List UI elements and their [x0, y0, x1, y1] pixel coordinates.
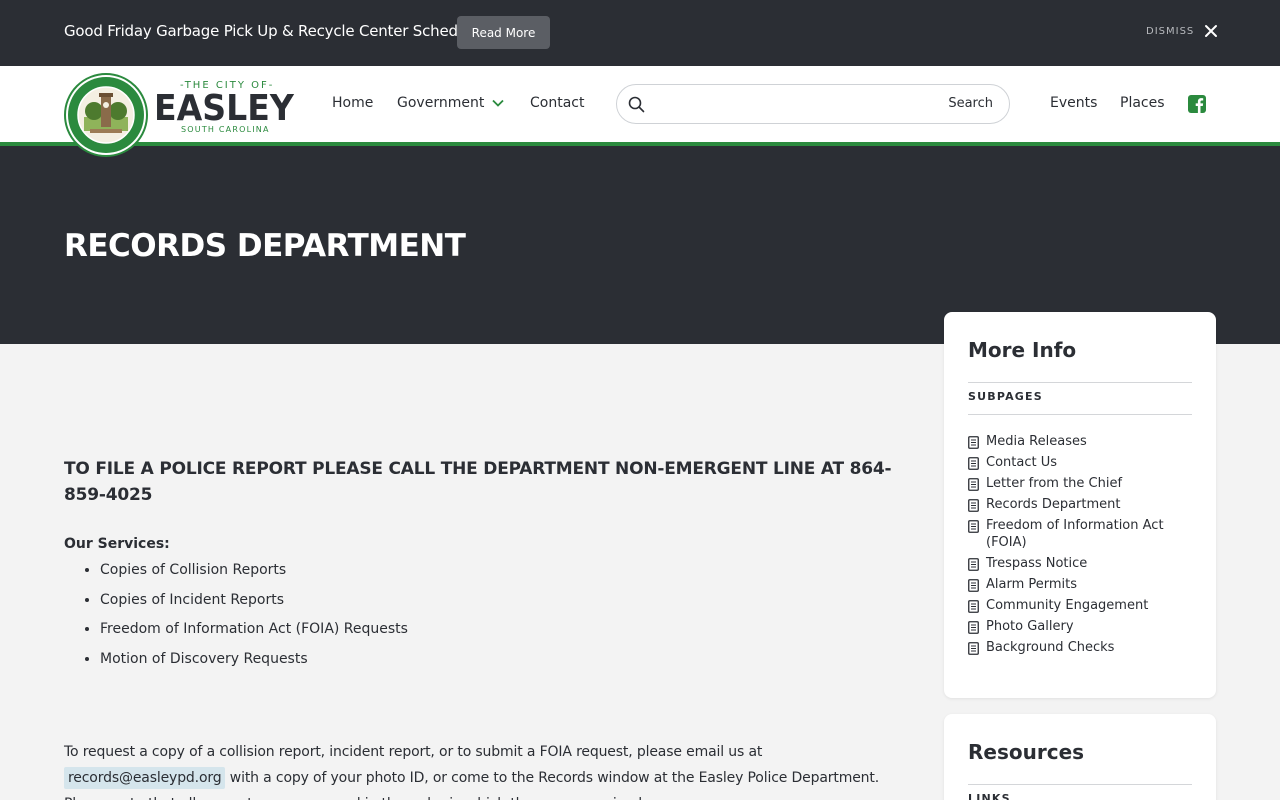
subpages-list: Media Releases Contact Us Letter from th…: [968, 433, 1192, 660]
search-bar: Search: [616, 84, 1010, 124]
logo-easley[interactable]: EASLEY: [154, 88, 294, 129]
dismiss-label: DISMISS: [1146, 25, 1195, 37]
list-item: Freedom of Information Act (FOIA) Reques…: [100, 619, 408, 649]
more-info-card: More Info SUBPAGES Media Releases Contac…: [944, 312, 1216, 698]
nav-home[interactable]: Home: [332, 95, 373, 111]
para-text: To request a copy of a collision report,…: [64, 744, 763, 760]
alert-bar: Good Friday Garbage Pick Up & Recycle Ce…: [0, 0, 1280, 66]
subpage-label: Media Releases: [986, 434, 1087, 449]
subpage-label: Records Department: [986, 497, 1121, 512]
document-icon: [968, 558, 979, 571]
subpage-label: Alarm Permits: [986, 577, 1078, 592]
divider: [968, 382, 1192, 383]
document-icon: [968, 621, 979, 634]
subpage-label: Freedom of Information Act (FOIA): [986, 518, 1164, 550]
resources-card: Resources LINKS: [944, 714, 1216, 800]
subpage-link-foia[interactable]: Freedom of Information Act (FOIA): [968, 517, 1192, 551]
subpage-label: Photo Gallery: [986, 619, 1074, 634]
list-item: Motion of Discovery Requests: [100, 649, 408, 679]
subpage-label: Background Checks: [986, 640, 1115, 655]
subpage-link-records-department[interactable]: Records Department: [968, 496, 1192, 513]
city-seal-logo[interactable]: [64, 73, 148, 157]
email-link[interactable]: records@easleypd.org: [64, 767, 226, 789]
list-item: Copies of Incident Reports: [100, 590, 408, 620]
subpage-link-community-engagement[interactable]: Community Engagement: [968, 597, 1192, 614]
subpage-link-media-releases[interactable]: Media Releases: [968, 433, 1192, 450]
report-heading: TO FILE A POLICE REPORT PLEASE CALL THE …: [64, 459, 892, 505]
document-icon: [968, 642, 979, 655]
facebook-icon[interactable]: [1188, 95, 1206, 113]
document-icon: [968, 520, 979, 533]
subpage-label: Letter from the Chief: [986, 476, 1123, 491]
list-item: Copies of Collision Reports: [100, 560, 408, 590]
document-icon: [968, 579, 979, 592]
request-paragraph: To request a copy of a collision report,…: [64, 739, 884, 800]
dismiss-button[interactable]: DISMISS: [1146, 24, 1218, 38]
nav-events[interactable]: Events: [1050, 95, 1097, 111]
subpage-link-trespass-notice[interactable]: Trespass Notice: [968, 555, 1192, 572]
subpage-link-alarm-permits[interactable]: Alarm Permits: [968, 576, 1192, 593]
subpage-label: Contact Us: [986, 455, 1057, 470]
divider: [968, 784, 1192, 785]
document-icon: [968, 436, 979, 449]
more-info-title: More Info: [968, 338, 1077, 362]
services-list: Copies of Collision Reports Copies of In…: [100, 560, 408, 678]
document-icon: [968, 499, 979, 512]
divider: [968, 414, 1192, 415]
nav-government[interactable]: Government: [397, 95, 504, 111]
subpage-label: Community Engagement: [986, 598, 1149, 613]
search-button[interactable]: Search: [948, 96, 993, 111]
document-icon: [968, 478, 979, 491]
nav-government-label: Government: [397, 95, 485, 111]
subpage-link-background-checks[interactable]: Background Checks: [968, 639, 1192, 656]
nav-contact[interactable]: Contact: [530, 95, 584, 111]
document-icon: [968, 457, 979, 470]
alert-text: Good Friday Garbage Pick Up & Recycle Ce…: [64, 22, 481, 40]
subpage-link-letter-from-chief[interactable]: Letter from the Chief: [968, 475, 1192, 492]
links-label: LINKS: [968, 792, 1011, 800]
logo-south-carolina: SOUTH CAROLINA: [181, 125, 270, 134]
subpage-label: Trespass Notice: [986, 556, 1088, 571]
chevron-down-icon: [492, 99, 504, 107]
resources-title: Resources: [968, 740, 1085, 764]
services-label: Our Services:: [64, 536, 170, 552]
subpages-label: SUBPAGES: [968, 390, 1043, 403]
search-icon: [628, 96, 645, 113]
nav-places[interactable]: Places: [1120, 95, 1165, 111]
search-input[interactable]: [653, 93, 953, 115]
subpage-link-contact-us[interactable]: Contact Us: [968, 454, 1192, 471]
read-more-button[interactable]: Read More: [457, 16, 550, 49]
document-icon: [968, 600, 979, 613]
page-title: RECORDS DEPARTMENT: [64, 228, 466, 264]
close-icon: [1205, 25, 1218, 37]
subpage-link-photo-gallery[interactable]: Photo Gallery: [968, 618, 1192, 635]
